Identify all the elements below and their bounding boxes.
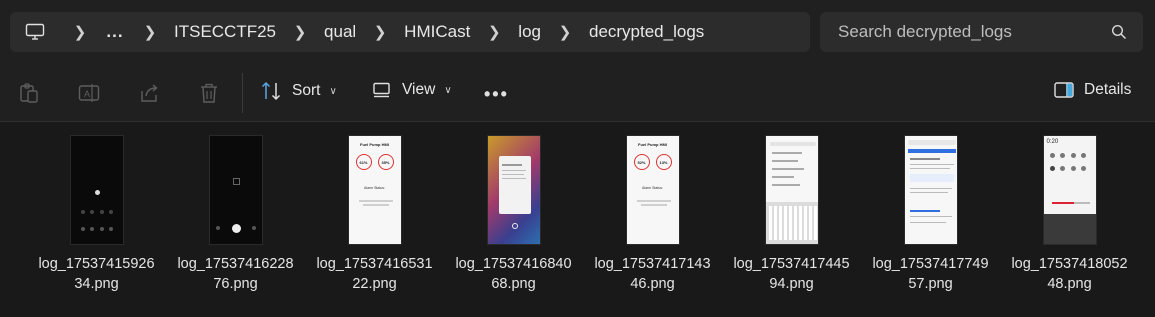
- file-name: log_17537415926 34.png: [38, 256, 155, 292]
- file-item[interactable]: log_17537417749 57.png: [861, 123, 1000, 294]
- breadcrumb[interactable]: ❯ ... ❯ ITSECCTF25 ❯ qual ❯ HMICast ❯ lo…: [10, 12, 810, 52]
- details-pane-button[interactable]: Details: [1054, 81, 1131, 99]
- chevron-down-icon: ∨: [444, 84, 452, 96]
- file-thumbnail: 0:20: [1042, 135, 1097, 245]
- search-icon[interactable]: [1111, 24, 1127, 45]
- chevron-right-icon[interactable]: ❯: [130, 23, 170, 41]
- breadcrumb-overflow[interactable]: ...: [100, 22, 130, 42]
- svg-text:A: A: [84, 89, 90, 99]
- file-thumbnail: Fuel Pump HMI 52% 13% Alarm Status:: [625, 135, 680, 245]
- breadcrumb-segment[interactable]: HMICast: [400, 22, 474, 42]
- address-bar: ❯ ... ❯ ITSECCTF25 ❯ qual ❯ HMICast ❯ lo…: [0, 0, 1155, 64]
- file-thumbnail: [69, 135, 124, 245]
- file-item[interactable]: Fuel Pump HMI 61% 35% Alarm Status: log_…: [305, 123, 444, 294]
- file-thumbnail: [486, 135, 541, 245]
- file-name: log_17537416531 22.png: [316, 256, 433, 292]
- breadcrumb-segment[interactable]: ITSECCTF25: [170, 22, 280, 42]
- view-button[interactable]: View ∨: [373, 81, 452, 99]
- more-options-button[interactable]: •••: [484, 84, 509, 105]
- file-item[interactable]: 0:20 log_17537418052 48.png: [1000, 123, 1139, 294]
- sort-button[interactable]: Sort ∨: [261, 81, 337, 101]
- file-name: log_17537418052 48.png: [1011, 256, 1128, 292]
- delete-icon[interactable]: [198, 82, 220, 104]
- file-name: log_17537416228 76.png: [177, 256, 294, 292]
- paste-icon[interactable]: [18, 82, 40, 104]
- view-icon: [373, 82, 390, 98]
- file-name: log_17537417143 46.png: [594, 256, 711, 292]
- view-label: View: [402, 81, 436, 98]
- file-list: log_17537415926 34.png log_17537416228 76.…: [0, 123, 1155, 317]
- chevron-right-icon[interactable]: ❯: [60, 23, 100, 41]
- toolbar-divider: [242, 73, 243, 113]
- share-icon[interactable]: [138, 82, 160, 104]
- search-placeholder: Search decrypted_logs: [838, 22, 1012, 41]
- file-thumbnail: [903, 135, 958, 245]
- sort-label: Sort: [292, 82, 321, 99]
- chevron-right-icon[interactable]: ❯: [545, 23, 585, 41]
- file-item[interactable]: log_17537415926 34.png: [27, 123, 166, 294]
- file-item[interactable]: log_17537417445 94.png: [722, 123, 861, 294]
- file-item[interactable]: log_17537416228 76.png: [166, 123, 305, 294]
- file-thumbnail: Fuel Pump HMI 61% 35% Alarm Status:: [347, 135, 402, 245]
- file-item[interactable]: log_17537416840 68.png: [444, 123, 583, 294]
- rename-icon[interactable]: A: [78, 82, 100, 104]
- details-pane-icon: [1054, 82, 1074, 98]
- file-thumbnail: [208, 135, 263, 245]
- file-thumbnail: [764, 135, 819, 245]
- file-item[interactable]: Fuel Pump HMI 52% 13% Alarm Status: log_…: [583, 123, 722, 294]
- chevron-right-icon[interactable]: ❯: [280, 23, 320, 41]
- chevron-right-icon[interactable]: ❯: [474, 23, 514, 41]
- file-name: log_17537417445 94.png: [733, 256, 850, 292]
- sort-icon: [261, 81, 281, 101]
- breadcrumb-segment-current[interactable]: decrypted_logs: [585, 22, 708, 42]
- chevron-right-icon[interactable]: ❯: [360, 23, 400, 41]
- this-pc-icon[interactable]: [10, 23, 60, 41]
- file-name: log_17537416840 68.png: [455, 256, 572, 292]
- chevron-down-icon: ∨: [329, 85, 337, 97]
- details-label: Details: [1084, 81, 1132, 98]
- command-bar: A Sort ∨ View ∨ ••• Details: [0, 64, 1155, 122]
- file-name: log_17537417749 57.png: [872, 256, 989, 292]
- breadcrumb-segment[interactable]: qual: [320, 22, 360, 42]
- breadcrumb-segment[interactable]: log: [514, 22, 545, 42]
- search-input[interactable]: Search decrypted_logs: [820, 12, 1143, 52]
